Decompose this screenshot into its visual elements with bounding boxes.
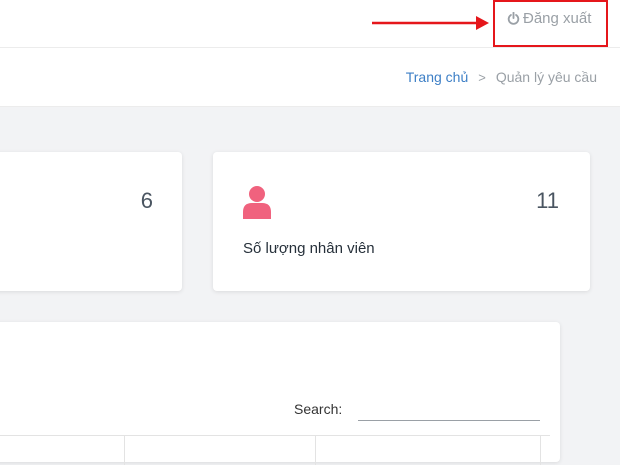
stat-label: Số lượng nhân viên [243, 240, 375, 257]
breadcrumb: Trang chủ > Quản lý yêu cầu [406, 69, 597, 85]
stat-count: 11 [536, 188, 559, 213]
table-column-divider [124, 435, 125, 465]
stat-card-employees: 11 Số lượng nhân viên [213, 152, 590, 291]
breadcrumb-bar: Trang chủ > Quản lý yêu cầu [0, 48, 620, 107]
search-label: Search: [294, 401, 343, 417]
logout-button[interactable]: Đăng xuất [493, 0, 608, 47]
search-input[interactable] [358, 400, 540, 421]
table-column-divider [315, 435, 316, 465]
breadcrumb-current: Quản lý yêu cầu [495, 69, 597, 85]
table-panel: Search: [0, 322, 560, 465]
user-icon [243, 186, 271, 219]
table-column-divider [540, 435, 541, 465]
stat-card-requests: 6 [0, 152, 182, 291]
stat-count: 6 [140, 188, 153, 213]
table-header-border [0, 435, 550, 436]
breadcrumb-home-link[interactable]: Trang chủ [406, 69, 469, 85]
breadcrumb-separator-icon: > [478, 69, 486, 85]
annotation-arrow [372, 16, 489, 30]
power-icon [507, 12, 520, 25]
top-navbar: Đăng xuất [0, 0, 620, 48]
logout-label: Đăng xuất [523, 10, 592, 27]
